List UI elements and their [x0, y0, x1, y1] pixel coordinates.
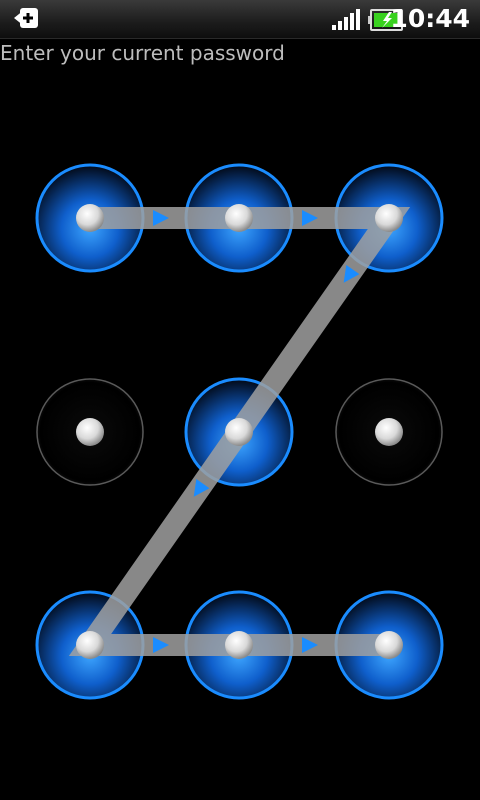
pattern-dot-9[interactable] — [375, 631, 403, 659]
lock-screen: 10:44 Enter your current password — [0, 0, 480, 800]
pattern-dot-4[interactable] — [76, 418, 104, 446]
pattern-dot-5[interactable] — [225, 418, 253, 446]
pattern-dot-3[interactable] — [375, 204, 403, 232]
pattern-dot-2[interactable] — [225, 204, 253, 232]
pattern-dot-1[interactable] — [76, 204, 104, 232]
pattern-dot-8[interactable] — [225, 631, 253, 659]
pattern-lock-grid[interactable] — [0, 0, 480, 800]
pattern-dot-7[interactable] — [76, 631, 104, 659]
pattern-dot-6[interactable] — [375, 418, 403, 446]
